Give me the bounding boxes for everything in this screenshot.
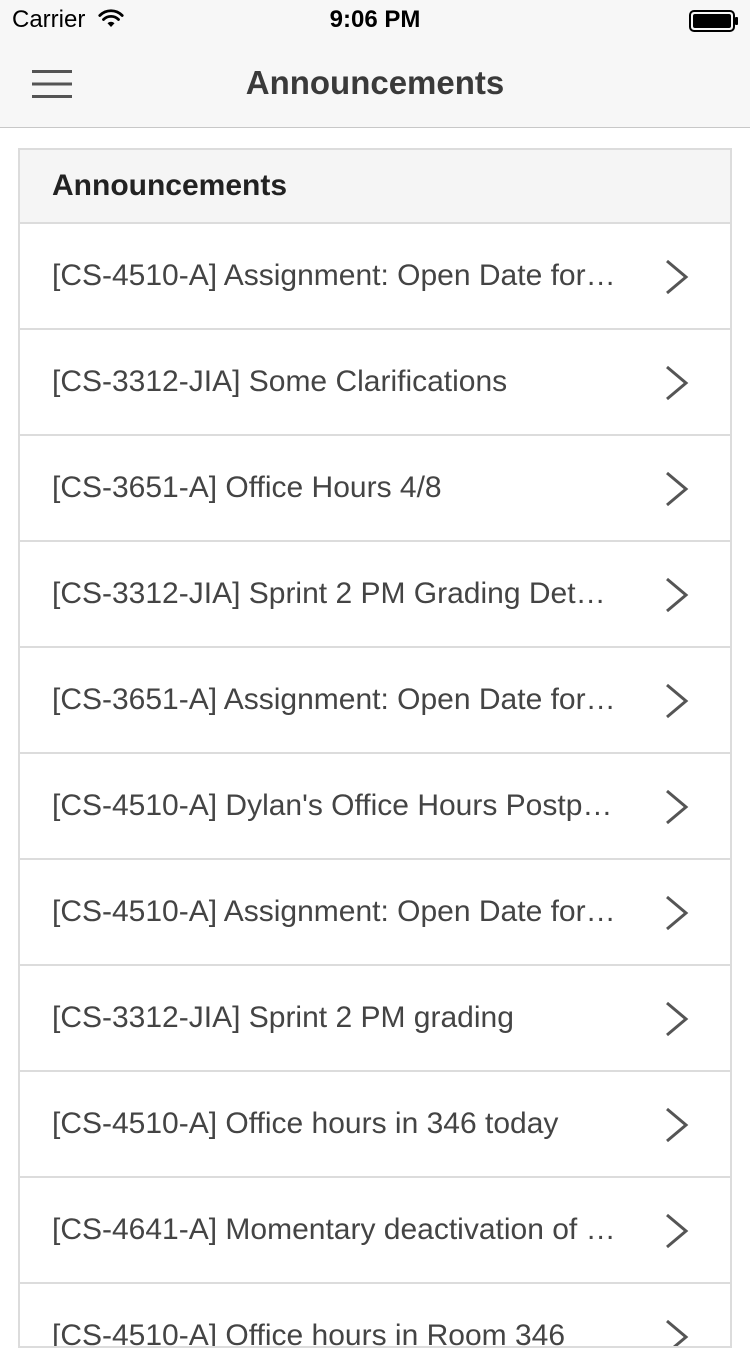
announcement-title: [CS-3651-A] Office Hours 4/8 (52, 471, 442, 504)
announcement-item[interactable]: [CS-3312-JIA] Some Clarifications (20, 330, 730, 436)
announcement-item[interactable]: [CS-4510-A] Assignment: Open Date for As… (20, 860, 730, 966)
chevron-right-icon (666, 1001, 689, 1037)
chevron-right-icon (666, 577, 689, 613)
panel-header: Announcements (20, 150, 730, 224)
page-title: Announcements (245, 64, 505, 101)
chevron-right-icon (666, 471, 689, 507)
announcement-title: [CS-4510-A] Dylan's Office Hours Postpon… (52, 789, 620, 822)
announcement-item[interactable]: [CS-3312-JIA] Sprint 2 PM Grading Detail… (20, 542, 730, 648)
chevron-right-icon (666, 683, 689, 719)
announcement-item[interactable]: [CS-4510-A] Assignment: Open Date for As… (20, 224, 730, 330)
announcement-item[interactable]: [CS-3651-A] Assignment: Open Date for As… (20, 648, 730, 754)
chevron-right-icon (666, 895, 689, 931)
announcement-title: [CS-4510-A] Office hours in 346 today (52, 1107, 559, 1140)
chevron-right-icon (666, 259, 689, 295)
chevron-right-icon (666, 1319, 689, 1346)
announcement-item[interactable]: [CS-3312-JIA] Sprint 2 PM grading (20, 966, 730, 1072)
announcement-title: [CS-4510-A] Assignment: Open Date for As… (52, 895, 620, 928)
announcement-title: [CS-3312-JIA] Sprint 2 PM grading (52, 1001, 514, 1034)
announcements-panel: Announcements [CS-4510-A] Assignment: Op… (18, 148, 732, 1348)
announcement-title: [CS-3651-A] Assignment: Open Date for As… (52, 683, 620, 716)
chevron-right-icon (666, 1107, 689, 1143)
announcement-title: [CS-4641-A] Momentary deactivation of si… (52, 1213, 620, 1246)
announcement-item[interactable]: [CS-3651-A] Office Hours 4/8 (20, 436, 730, 542)
announcement-item[interactable]: [CS-4641-A] Momentary deactivation of si… (20, 1178, 730, 1284)
status-time: 9:06 PM (329, 6, 421, 33)
announcement-item[interactable]: [CS-4510-A] Office hours in 346 today (20, 1072, 730, 1178)
navigation-bar: Announcements (0, 40, 750, 128)
chevron-right-icon (666, 1213, 689, 1249)
battery-icon (689, 10, 738, 32)
announcements-list: [CS-4510-A] Assignment: Open Date for As… (20, 224, 730, 1348)
announcement-title: [CS-3312-JIA] Sprint 2 PM Grading Detail… (52, 577, 620, 610)
chevron-right-icon (666, 789, 689, 825)
announcement-title: [CS-4510-A] Assignment: Open Date for As… (52, 259, 620, 292)
announcement-item[interactable]: [CS-4510-A] Dylan's Office Hours Postpon… (20, 754, 730, 860)
announcement-item[interactable]: [CS-4510-A] Office hours in Room 346 (20, 1284, 730, 1348)
announcement-title: [CS-3312-JIA] Some Clarifications (52, 365, 508, 398)
status-bar: Carrier 9:06 PM (0, 0, 750, 40)
chevron-right-icon (666, 365, 689, 401)
announcement-title: [CS-4510-A] Office hours in Room 346 (52, 1319, 566, 1348)
